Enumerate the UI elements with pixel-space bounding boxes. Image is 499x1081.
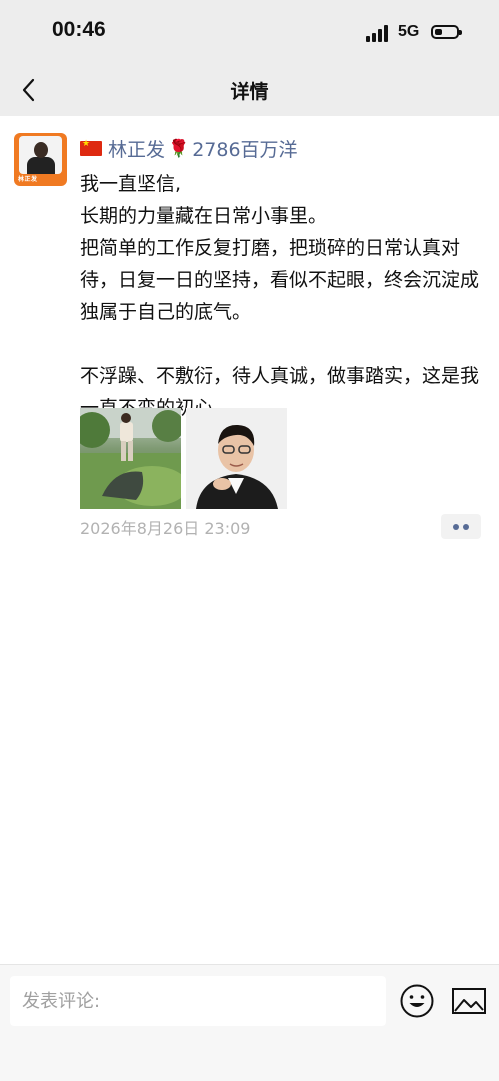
- signal-icon: [366, 25, 390, 42]
- more-dots-icon: [463, 524, 469, 530]
- post-photo-2[interactable]: [186, 408, 287, 509]
- avatar-label: 林正发: [18, 176, 38, 183]
- image-icon: [452, 988, 486, 1014]
- author-name-text: 林正发: [108, 139, 166, 161]
- status-time: 00:46: [52, 18, 106, 41]
- emoji-icon: [400, 984, 434, 1018]
- battery-icon: [431, 25, 462, 39]
- more-actions-button[interactable]: [441, 514, 481, 539]
- emoji-button[interactable]: [399, 983, 435, 1019]
- nav-bar: 详情: [0, 64, 499, 116]
- page-title: 详情: [230, 81, 269, 103]
- garden-photo-image: [80, 408, 181, 509]
- post-line: 长期的力量藏在日常小事里。: [80, 205, 328, 227]
- image-button[interactable]: [451, 985, 487, 1017]
- post-line-blank: [80, 328, 485, 360]
- post-photo-1[interactable]: [80, 408, 181, 509]
- author-name-suffix: 2786百万洋: [192, 139, 298, 161]
- avatar[interactable]: 林正发: [14, 133, 67, 186]
- post-line: 把简单的工作反复打磨，把琐碎的日常认真对待，日复一日的坚持，看似不起眼，终会沉淀…: [80, 237, 480, 323]
- more-dots-icon: [453, 524, 459, 530]
- network-type: 5G: [398, 23, 420, 40]
- post-content: 我一直坚信, 长期的力量藏在日常小事里。 把简单的工作反复打磨，把琐碎的日常认真…: [80, 168, 485, 424]
- comment-bar: [0, 964, 499, 1081]
- author-name[interactable]: 林正发 🌹 2786百万洋: [80, 135, 298, 162]
- post-timestamp: 2026年8月26日 23:09: [80, 519, 251, 538]
- comment-input[interactable]: [10, 976, 386, 1026]
- post-line: 我一直坚信,: [80, 173, 182, 195]
- rose-icon: 🌹: [168, 138, 190, 159]
- portrait-photo-image: [186, 408, 287, 509]
- status-bar: 00:46 5G: [0, 0, 499, 64]
- china-flag-icon: [80, 139, 102, 156]
